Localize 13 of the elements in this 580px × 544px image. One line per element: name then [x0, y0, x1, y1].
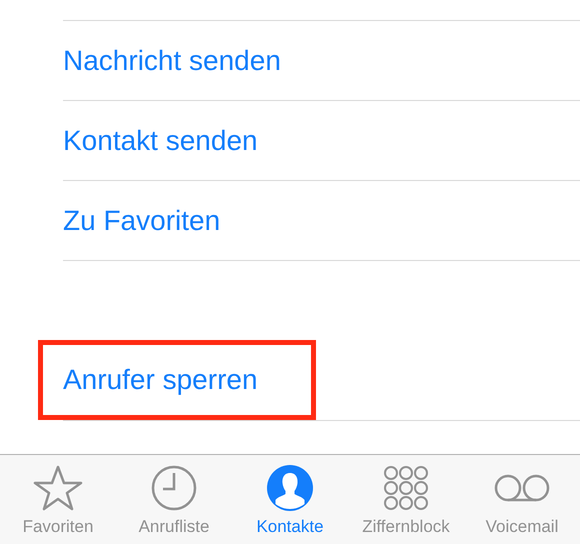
action-link[interactable]: Nachricht senden: [63, 44, 281, 76]
clock-icon: [151, 465, 197, 511]
tab[interactable]: Ziffernblock: [348, 455, 464, 544]
block-caller-link[interactable]: Anrufer sperren: [63, 364, 258, 396]
action-link[interactable]: Kontakt senden: [63, 124, 258, 156]
star-icon: [33, 465, 83, 511]
action-link[interactable]: Zu Favoriten: [63, 204, 220, 236]
tab[interactable]: Favoriten: [0, 455, 116, 544]
keypad-icon: [383, 465, 429, 511]
tab[interactable]: Anrufliste: [116, 455, 232, 544]
person-icon: [267, 465, 313, 511]
tab[interactable]: Voicemail: [464, 455, 580, 544]
tab[interactable]: Kontakte: [232, 455, 348, 544]
